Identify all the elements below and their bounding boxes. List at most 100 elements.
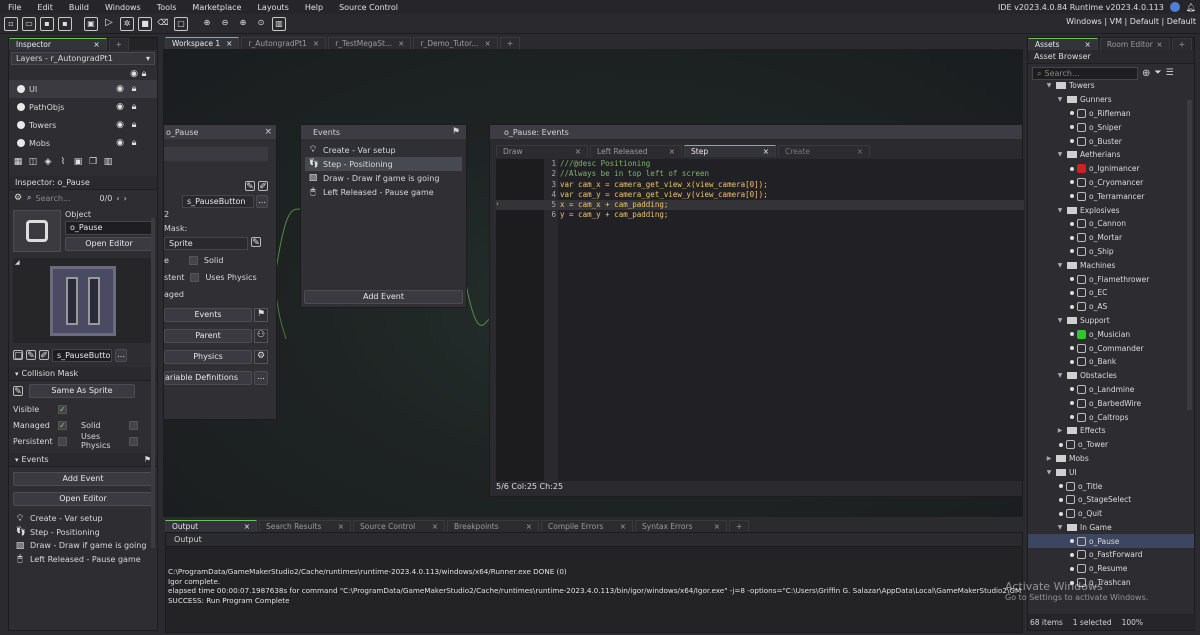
asset-item[interactable]: o_Caltrops	[1028, 410, 1194, 424]
code-line[interactable]: 4 var cam_y = camera_get_view_y(view_came…	[544, 190, 767, 200]
save-icon[interactable]: ▪	[40, 16, 54, 31]
menu-marketplace[interactable]: Marketplace	[184, 3, 249, 12]
lock-icon[interactable]: 🔒︎	[129, 120, 139, 130]
flag-icon[interactable]: ⚑	[254, 308, 268, 322]
new-project-icon[interactable]: ▫	[4, 16, 18, 31]
output-tab[interactable]: Source Control ×	[353, 520, 445, 532]
target-icon[interactable]: ▢	[174, 16, 188, 31]
tab-inspector[interactable]: Inspector ×	[9, 38, 107, 50]
chevron-down-icon[interactable]: ▼	[1056, 524, 1064, 531]
chevron-right-icon[interactable]: ▶	[1056, 427, 1064, 434]
asset-item[interactable]: o_Landmine	[1028, 383, 1194, 397]
close-icon[interactable]: ×	[432, 521, 438, 532]
layout-icon[interactable]: ▥	[272, 16, 286, 31]
persistent-checkbox[interactable]	[190, 273, 200, 282]
gear-icon[interactable]: ⚙	[254, 350, 268, 364]
zoom-fit-icon[interactable]: ⊕	[200, 17, 214, 31]
asset-item[interactable]: o_StageSelect	[1028, 493, 1194, 507]
collapse-arrow-icon[interactable]: ▾	[15, 453, 19, 466]
output-tab[interactable]: Syntax Errors ×	[635, 520, 727, 532]
close-icon[interactable]: ×	[714, 521, 720, 532]
open-editor-button[interactable]: Open Editor	[65, 237, 153, 251]
menu-tools[interactable]: Tools	[149, 3, 185, 12]
object-window-sprite-field[interactable]: s_PauseButton	[182, 195, 254, 208]
asset-item[interactable]: o_Mortar	[1028, 231, 1194, 245]
inspector-event-item[interactable]: ▧ Draw - Draw if game is going	[15, 539, 157, 553]
menu-icon[interactable]: ☰	[1166, 68, 1174, 78]
chevron-down-icon[interactable]: ▼	[1056, 262, 1064, 269]
output-tab[interactable]: Compile Errors ×	[541, 520, 633, 532]
close-icon[interactable]: ×	[244, 521, 250, 532]
inspector-event-item[interactable]: 💡︎ Create - Var setup	[15, 512, 157, 526]
asset-folder[interactable]: ▼ UI	[1028, 465, 1194, 479]
solid-checkbox[interactable]	[188, 256, 198, 265]
asset-folder[interactable]: ▼ Support	[1028, 314, 1194, 328]
close-icon[interactable]: ×	[338, 521, 344, 532]
asset-item[interactable]: o_Cannon	[1028, 217, 1194, 231]
code-line[interactable]: 1 ///@desc Positioning	[544, 159, 768, 169]
asset-item[interactable]: o_FastForward	[1028, 548, 1194, 562]
asset-item[interactable]: o_Buster	[1028, 134, 1194, 148]
code-line[interactable]: 3 var cam_x = camera_get_view_x(view_came…	[544, 180, 767, 190]
menu-layouts[interactable]: Layouts	[249, 3, 296, 12]
asset-item[interactable]: o_EC	[1028, 286, 1194, 300]
layer-item[interactable]: UI ◉ 🔒︎	[9, 80, 157, 98]
asset-folder[interactable]: ▼ In Game	[1028, 521, 1194, 535]
close-icon[interactable]: ×	[398, 39, 404, 48]
chevron-right-icon[interactable]: ▶	[1045, 455, 1053, 462]
path-layer-icon[interactable]: ⌇	[58, 157, 68, 167]
folder-layer-icon[interactable]: ❒	[88, 157, 98, 167]
chevron-down-icon[interactable]: ▼	[1045, 82, 1053, 89]
asset-folder[interactable]: ▼ Obstacles	[1028, 369, 1194, 383]
managed-checkbox[interactable]	[58, 420, 67, 430]
asset-folder[interactable]: ▼ Gunners	[1028, 93, 1194, 107]
tile-layer-icon[interactable]: ◫	[28, 157, 38, 167]
asset-item[interactable]: o_Sniper	[1028, 120, 1194, 134]
asset-folder[interactable]: ▼ Aetherians	[1028, 148, 1194, 162]
eye-icon[interactable]: ◉	[115, 102, 125, 112]
persistent-checkbox[interactable]	[58, 436, 67, 446]
visible-checkbox[interactable]	[58, 404, 67, 414]
open-editor-button-2[interactable]: Open Editor	[13, 492, 153, 506]
lock-icon[interactable]: 🔒︎	[129, 138, 139, 148]
asset-layer-icon[interactable]: ◈	[43, 157, 53, 167]
layer-item[interactable]: Towers ◉ 🔒︎	[9, 116, 157, 134]
vardefs-menu-button[interactable]: ...	[254, 371, 268, 385]
asset-item[interactable]: o_Bank	[1028, 355, 1194, 369]
asset-folder[interactable]: ▼ Explosives	[1028, 203, 1194, 217]
layer-item[interactable]: PathObjs ◉ 🔒︎	[9, 98, 157, 116]
sprite-menu-button[interactable]: ...	[115, 348, 127, 362]
inspector-scrollbar[interactable]	[151, 218, 155, 548]
variable-definitions-button[interactable]: ariable Definitions	[164, 371, 252, 385]
menu-source-control[interactable]: Source Control	[331, 3, 406, 12]
asset-item[interactable]: o_Rifleman	[1028, 107, 1194, 121]
zoom-reset-icon[interactable]: ⊙	[254, 17, 268, 31]
stop-icon[interactable]: ■	[138, 16, 152, 31]
workspace-tab[interactable]: Workspace 1 ×	[165, 37, 240, 49]
workspace-tab[interactable]: r_AutongradPt1 ×	[241, 37, 327, 49]
asset-folder[interactable]: ▼ Machines	[1028, 258, 1194, 272]
save-as-icon[interactable]: ▪	[58, 16, 72, 31]
asset-item[interactable]: o_Terramancer	[1028, 189, 1194, 203]
object-window-titlebar[interactable]: o_Pause ×	[164, 125, 276, 139]
asset-item[interactable]: o_Pause	[1028, 534, 1194, 549]
edit-mask-icon[interactable]: ✎	[13, 386, 23, 397]
event-item[interactable]: 🖱︎ Left Released - Pause game	[305, 185, 462, 199]
add-tab-button[interactable]: +	[1171, 38, 1192, 50]
chevron-down-icon[interactable]: ▼	[1056, 372, 1064, 379]
zoom-in-icon[interactable]: ⊕	[236, 17, 250, 31]
new-sprite-icon[interactable]: ▢	[13, 350, 23, 361]
asset-item[interactable]: o_Ignimancer	[1028, 162, 1194, 176]
mask-field[interactable]: Sprite	[164, 237, 248, 250]
inspector-search-input[interactable]: Search...	[35, 194, 95, 203]
asset-tab[interactable]: Assets ×	[1028, 38, 1098, 50]
menu-build[interactable]: Build	[61, 3, 97, 12]
lock-icon[interactable]: 🔒︎	[139, 69, 149, 79]
chevron-down-icon[interactable]: ▼	[1056, 207, 1064, 214]
build-icon[interactable]: ▣	[84, 16, 98, 31]
chevron-down-icon[interactable]: ▼	[1056, 317, 1064, 324]
code-tab[interactable]: Create ×	[778, 145, 870, 157]
asset-search-input[interactable]: ⌕ Search...	[1032, 66, 1138, 80]
menu-windows[interactable]: Windows	[97, 3, 149, 12]
flag-icon[interactable]: ⚑	[144, 453, 151, 466]
